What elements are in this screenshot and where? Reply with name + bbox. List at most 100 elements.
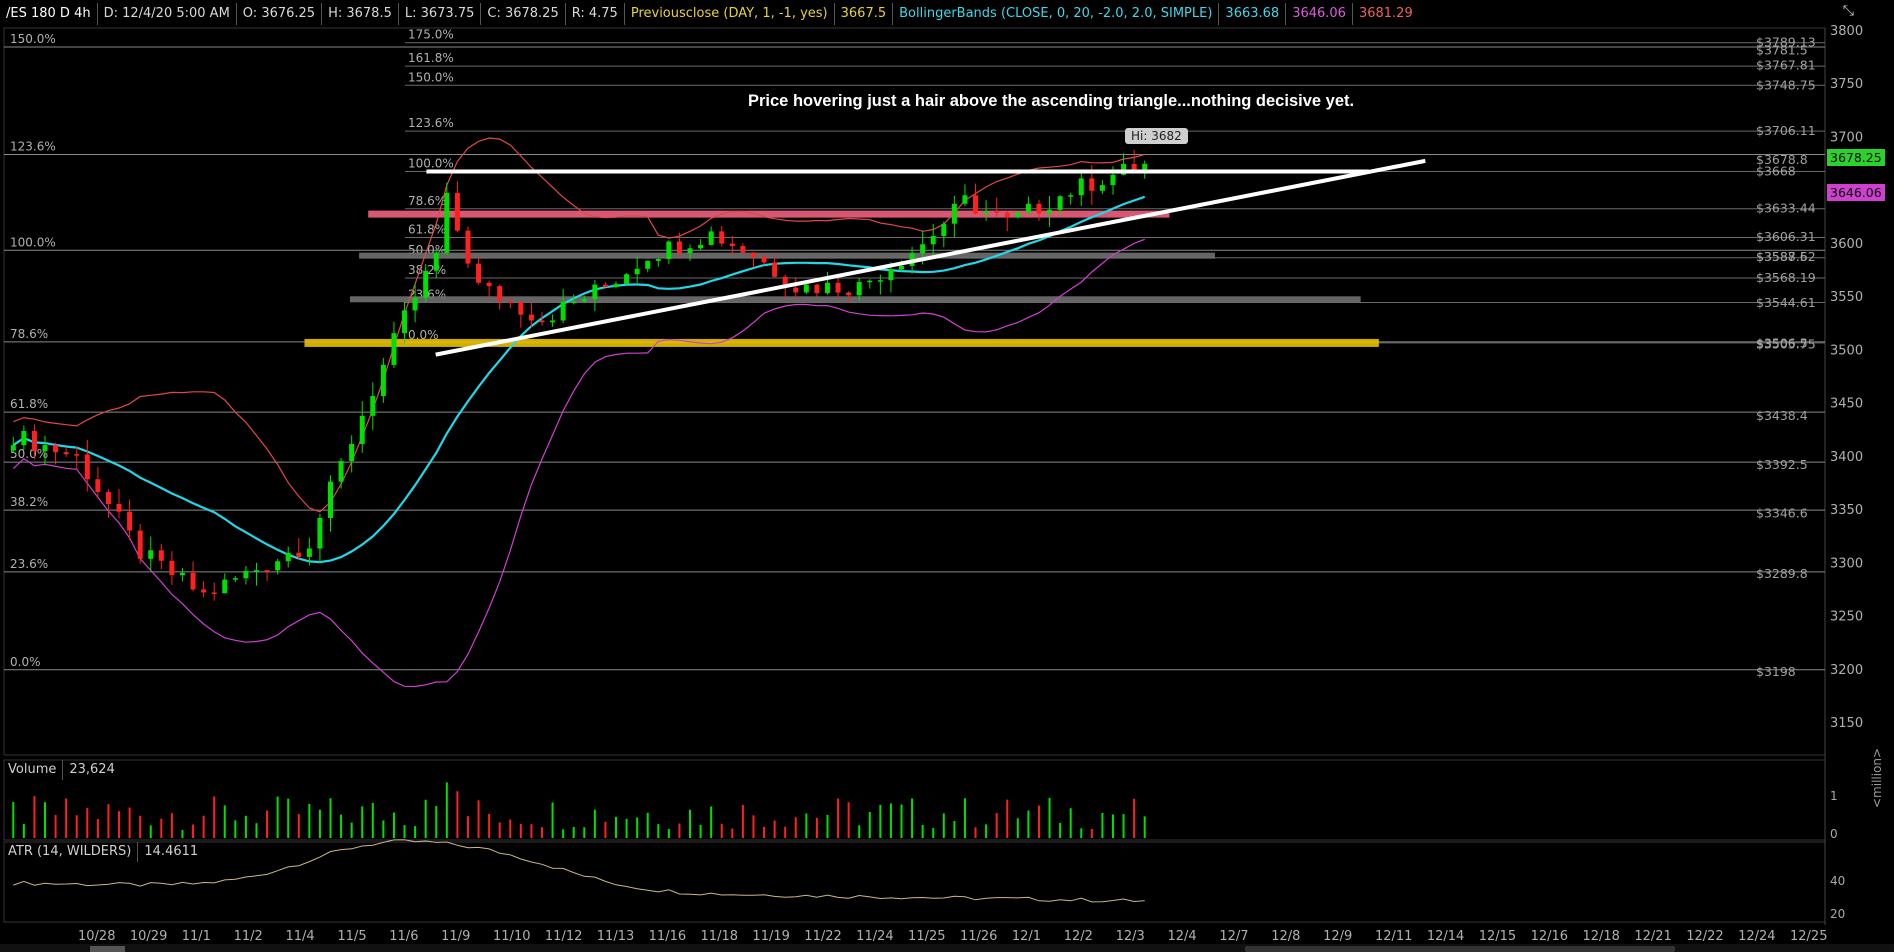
candle-body — [761, 257, 767, 263]
candle-body — [232, 578, 238, 580]
volume-bar — [128, 807, 131, 838]
fib-label-mid: 123.6% — [408, 116, 454, 130]
volume-bar — [932, 828, 935, 838]
volume-bar — [340, 814, 343, 838]
candle-body — [423, 270, 429, 298]
chart-canvas[interactable]: 3800375037003650360035503500345034003350… — [0, 0, 1894, 952]
atr-title[interactable]: ATR (14, WILDERS) — [2, 842, 139, 862]
scrollbar-left-handle[interactable] — [90, 946, 125, 952]
candle-body — [698, 244, 704, 249]
fib-label-left: 150.0% — [10, 32, 56, 46]
volume-bar — [868, 811, 871, 838]
price-pane-border — [3, 27, 1826, 756]
candle-body — [645, 260, 651, 269]
candle-body — [1078, 178, 1084, 196]
candle-body — [507, 301, 513, 303]
candle-body — [412, 297, 418, 311]
volume-bar — [1122, 814, 1125, 838]
y-tick-label: 3800 — [1830, 24, 1863, 39]
candle-body — [835, 282, 841, 293]
candle-body — [602, 284, 608, 287]
volume-bar — [192, 824, 195, 838]
volume-bar — [1037, 805, 1040, 838]
atr-axis-label: 20 — [1830, 907, 1845, 921]
volume-bar — [297, 814, 300, 838]
volume-bar — [234, 820, 237, 838]
x-axis-label: 11/24 — [856, 929, 893, 944]
y-tick-label: 3450 — [1830, 397, 1863, 412]
volume-bar — [911, 798, 914, 838]
volume-bar — [752, 815, 755, 838]
volume-bar — [445, 782, 448, 838]
volume-bar — [1101, 813, 1104, 838]
volume-title[interactable]: Volume — [2, 760, 64, 780]
level-label: $3633.44 — [1756, 200, 1816, 215]
x-axis-label: 11/4 — [286, 929, 315, 944]
level-label: $3438.4 — [1756, 408, 1808, 423]
level-label: $3606.31 — [1756, 229, 1816, 244]
candle-body — [201, 589, 207, 593]
atr-pane-border — [3, 841, 1826, 923]
y-tick-label: 3400 — [1830, 450, 1863, 465]
y-tick-label: 3600 — [1830, 237, 1863, 252]
zone-yellow — [304, 338, 1379, 347]
volume-bar — [371, 802, 374, 838]
candle-body — [655, 259, 661, 261]
scrollbar-thumb[interactable] — [1245, 946, 1675, 952]
x-axis-label: 11/25 — [908, 929, 945, 944]
volume-bar — [403, 825, 406, 838]
candle-body — [127, 511, 133, 531]
volume-bar — [139, 815, 142, 838]
fib-label-left: 123.6% — [10, 139, 56, 153]
volume-bar — [699, 824, 702, 838]
volume-bar — [414, 826, 417, 838]
x-axis-label: 11/12 — [545, 929, 582, 944]
candle-body — [571, 301, 577, 303]
candle-body — [1047, 209, 1053, 214]
fib-label-left: 78.6% — [10, 327, 48, 341]
volume-bar — [118, 811, 121, 838]
candle-body — [518, 302, 524, 315]
candle-body — [243, 570, 249, 579]
candle-body — [380, 364, 386, 397]
candle-body — [328, 481, 334, 518]
candle-body — [888, 269, 894, 281]
volume-bar — [942, 813, 945, 838]
candle-body — [148, 550, 154, 559]
y-tick-label: 3700 — [1830, 130, 1863, 145]
volume-bar — [54, 814, 57, 838]
level-label: $3568.19 — [1756, 270, 1816, 285]
volume-bar — [1006, 799, 1009, 838]
volume-bar — [657, 824, 660, 838]
volume-bar — [1059, 822, 1062, 838]
x-axis-label: 12/2 — [1064, 929, 1093, 944]
candle-body — [285, 552, 291, 562]
volume-bar — [86, 808, 89, 838]
x-axis-label: 11/26 — [960, 929, 997, 944]
volume-bar — [763, 826, 766, 838]
volume-bar — [488, 813, 491, 838]
candle-body — [899, 265, 905, 270]
volume-bar — [900, 804, 903, 838]
volume-bar — [1016, 818, 1019, 838]
level-label: $3198 — [1756, 664, 1796, 679]
volume-bar — [456, 791, 459, 838]
candle-body — [740, 246, 746, 253]
candle-body — [10, 445, 16, 451]
candle-body — [856, 282, 862, 296]
volume-bar — [604, 821, 607, 838]
x-axis-label: 12/3 — [1116, 929, 1145, 944]
candle-body — [1036, 203, 1042, 214]
candle-body — [666, 241, 672, 260]
candle-body — [719, 231, 725, 244]
candle-body — [116, 503, 122, 512]
volume-bar — [75, 815, 78, 838]
volume-bar — [646, 812, 649, 838]
y-tick-label: 3200 — [1830, 663, 1863, 678]
volume-bar — [160, 818, 163, 838]
volume-bar — [1048, 797, 1051, 838]
candle-body — [476, 263, 482, 283]
fib-label-left: 100.0% — [10, 235, 56, 249]
volume-bar — [963, 798, 966, 838]
x-axis-label: 10/29 — [130, 929, 167, 944]
